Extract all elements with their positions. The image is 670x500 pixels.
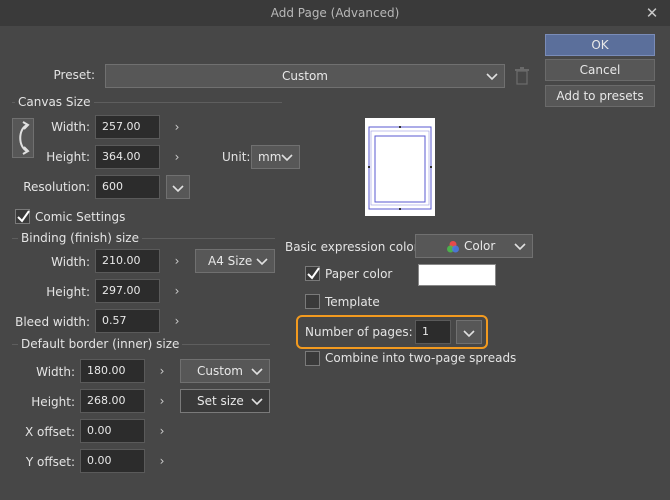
binding-width-arrow-icon[interactable]: › (170, 252, 184, 270)
bleed-width-label: Bleed width: (15, 315, 90, 329)
number-of-pages-input[interactable]: 1 (415, 320, 451, 344)
border-height-input[interactable]: 268.00 (80, 389, 145, 413)
chevron-down-icon (463, 330, 475, 338)
canvas-width-label: Width: (51, 120, 90, 134)
chevron-down-icon (486, 73, 498, 81)
chevron-down-icon (514, 243, 526, 251)
resolution-label: Resolution: (23, 180, 90, 194)
comic-settings-checkbox[interactable] (15, 209, 30, 224)
x-offset-label: X offset: (24, 425, 75, 439)
checkmark-icon (17, 210, 30, 223)
trash-icon[interactable] (513, 66, 531, 86)
set-size-value: Set size (197, 394, 244, 408)
border-title: Default border (inner) size (18, 337, 183, 351)
canvas-height-arrow-icon[interactable]: › (170, 148, 184, 166)
border-width-input[interactable]: 180.00 (80, 359, 145, 383)
swap-icon (19, 121, 30, 155)
border-width-arrow-icon[interactable]: › (155, 362, 169, 380)
border-width-label: Width: (36, 365, 75, 379)
template-checkbox[interactable] (305, 294, 320, 309)
y-offset-label: Y offset: (25, 455, 75, 469)
bleed-width-arrow-icon[interactable]: › (170, 312, 184, 330)
paper-color-checkbox[interactable] (305, 266, 320, 281)
canvas-height-input[interactable]: 364.00 (95, 145, 160, 169)
chevron-down-icon (172, 185, 184, 193)
number-of-pages-dropdown[interactable] (456, 320, 482, 344)
set-size-select[interactable]: Set size (180, 389, 270, 413)
canvas-size-title: Canvas Size (15, 95, 94, 109)
cancel-button[interactable]: Cancel (545, 59, 655, 81)
comic-settings-label: Comic Settings (35, 210, 126, 224)
template-label: Template (325, 295, 380, 309)
checkmark-icon (307, 267, 320, 280)
title-bar: Add Page (Advanced) (0, 0, 670, 26)
color-circles-icon (447, 241, 459, 253)
binding-width-input[interactable]: 210.00 (95, 249, 160, 273)
border-preset-select[interactable]: Custom (180, 359, 270, 383)
preset-label: Preset: (53, 68, 95, 82)
window-title: Add Page (Advanced) (270, 6, 400, 20)
binding-height-label: Height: (46, 285, 90, 299)
ok-button[interactable]: OK (545, 34, 655, 56)
add-to-presets-button[interactable]: Add to presets (545, 85, 655, 107)
chevron-down-icon (251, 398, 263, 406)
paper-color-swatch[interactable] (418, 264, 496, 286)
x-offset-arrow-icon[interactable]: › (155, 422, 169, 440)
binding-title: Binding (finish) size (18, 231, 142, 245)
two-page-spreads-label: Combine into two-page spreads (325, 351, 517, 365)
canvas-height-label: Height: (46, 150, 90, 164)
unit-label: Unit: (222, 150, 251, 164)
binding-width-label: Width: (51, 255, 90, 269)
binding-size-select[interactable]: A4 Size (195, 249, 275, 273)
resolution-input[interactable]: 600 (95, 175, 160, 199)
expression-color-label: Basic expression color: (285, 240, 423, 254)
binding-size-value: A4 Size (208, 254, 253, 268)
resolution-dropdown[interactable] (166, 175, 190, 199)
close-icon[interactable]: ✕ (642, 0, 662, 26)
page-preview (365, 118, 435, 216)
border-height-arrow-icon[interactable]: › (155, 392, 169, 410)
swap-orientation-button[interactable] (12, 118, 34, 158)
number-of-pages-label: Number of pages: (305, 325, 413, 339)
chevron-down-icon (251, 368, 263, 376)
chevron-down-icon (256, 258, 268, 266)
expression-color-value: Color (464, 239, 496, 253)
bleed-width-input[interactable]: 0.57 (95, 309, 160, 333)
canvas-width-arrow-icon[interactable]: › (170, 118, 184, 136)
two-page-spreads-checkbox[interactable] (305, 351, 320, 366)
border-height-label: Height: (31, 395, 75, 409)
paper-color-label: Paper color (325, 267, 393, 281)
unit-value: mm (258, 150, 282, 164)
binding-height-arrow-icon[interactable]: › (170, 282, 184, 300)
chevron-down-icon (281, 154, 293, 162)
border-preset-value: Custom (197, 364, 243, 378)
unit-select[interactable]: mm (251, 145, 300, 169)
preset-value: Custom (282, 69, 328, 83)
y-offset-input[interactable]: 0.00 (80, 449, 145, 473)
y-offset-arrow-icon[interactable]: › (155, 452, 169, 470)
preset-select[interactable]: Custom (105, 64, 505, 88)
x-offset-input[interactable]: 0.00 (80, 419, 145, 443)
canvas-width-input[interactable]: 257.00 (95, 115, 160, 139)
binding-height-input[interactable]: 297.00 (95, 279, 160, 303)
expression-color-select[interactable]: Color (415, 234, 533, 258)
